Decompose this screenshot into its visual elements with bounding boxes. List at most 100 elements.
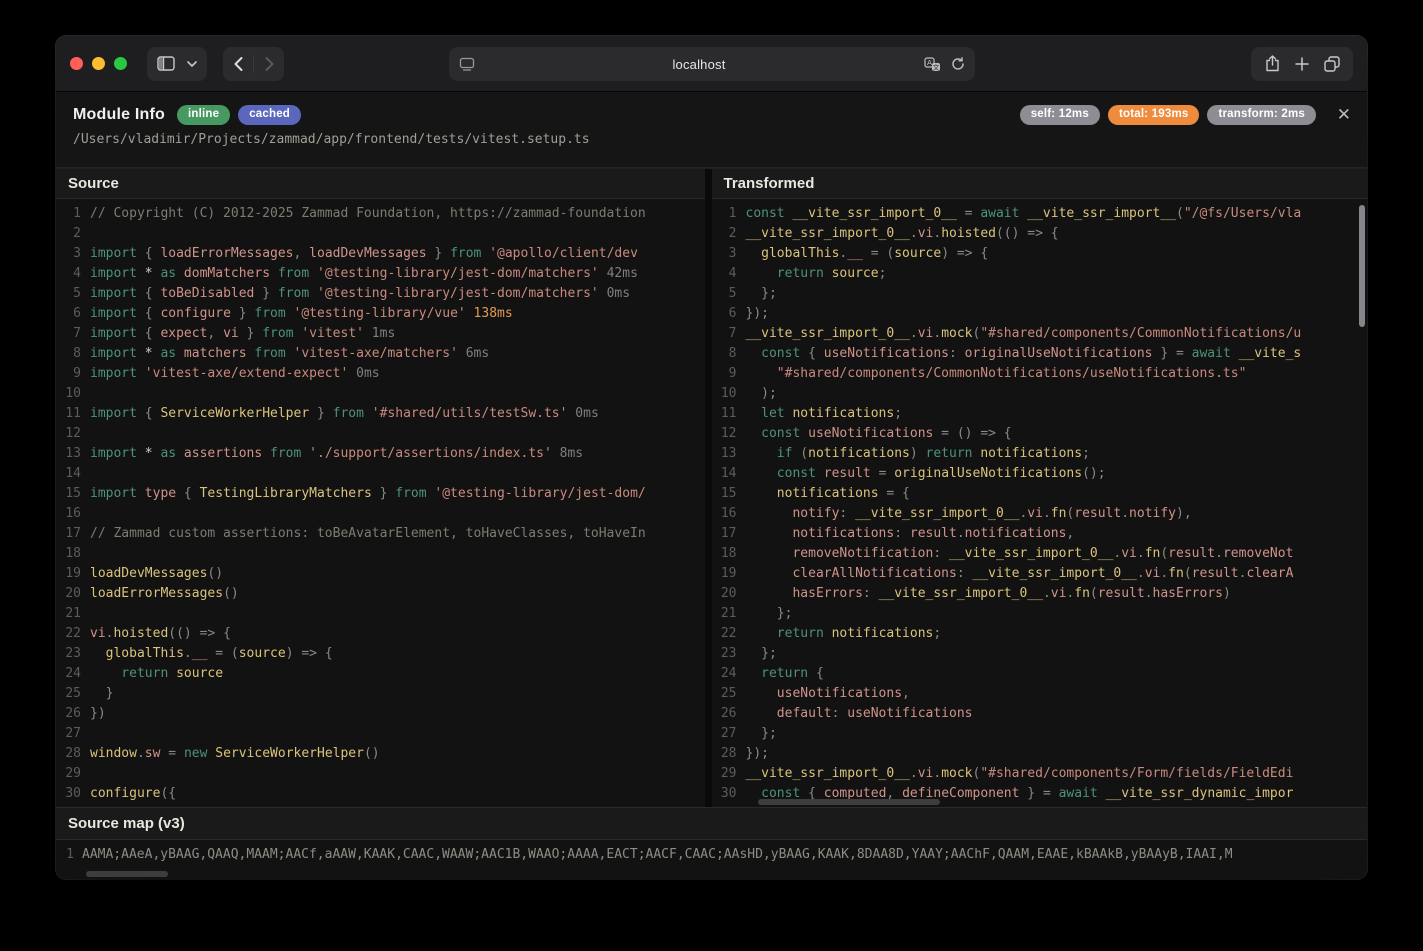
address-bar[interactable]: localhost A 文 — [449, 47, 975, 81]
zoom-window-button[interactable] — [114, 57, 127, 70]
tab-overview-button[interactable] — [1317, 47, 1347, 81]
source-map-line-number: 1 — [56, 845, 82, 879]
code-line: 5 }; — [712, 284, 1368, 304]
code-line: 15import type { TestingLibraryMatchers }… — [56, 484, 705, 504]
browser-window: localhost A 文 — [56, 36, 1367, 879]
code-line: 18 — [56, 544, 705, 564]
timing-badge: transform: 2ms — [1207, 105, 1316, 125]
share-icon — [1265, 55, 1280, 72]
code-line: 19 clearAllNotifications: __vite_ssr_imp… — [712, 564, 1368, 584]
close-icon[interactable]: ✕ — [1337, 106, 1351, 123]
source-panel-title: Source — [56, 169, 705, 199]
browser-titlebar: localhost A 文 — [56, 36, 1367, 92]
code-line: 21 }; — [712, 604, 1368, 624]
code-line: 26 default: useNotifications — [712, 704, 1368, 724]
vertical-scrollbar[interactable] — [1359, 205, 1365, 327]
code-line: 28window.sw = new ServiceWorkerHelper() — [56, 744, 705, 764]
forward-button[interactable] — [254, 47, 284, 81]
page-title: Module Info — [73, 106, 165, 124]
code-line: 1const __vite_ssr_import_0__ = await __v… — [712, 204, 1368, 224]
svg-text:文: 文 — [932, 62, 939, 71]
chevron-left-icon — [234, 57, 243, 71]
new-tab-button[interactable] — [1287, 47, 1317, 81]
code-line: 17// Zammad custom assertions: toBeAvata… — [56, 524, 705, 544]
code-line: 12 const useNotifications = () => { — [712, 424, 1368, 444]
close-window-button[interactable] — [70, 57, 83, 70]
transformed-code: 1const __vite_ssr_import_0__ = await __v… — [712, 199, 1368, 807]
url-text: localhost — [475, 57, 924, 72]
code-line: 29__vite_ssr_import_0__.vi.mock("#shared… — [712, 764, 1368, 784]
source-map-body: 1 AAMA;AAeA,yBAAG,QAAQ,MAAM;AACf,aAAW,KA… — [56, 840, 1367, 879]
translate-button[interactable]: A 文 — [924, 57, 941, 72]
chevron-right-icon — [265, 57, 274, 71]
code-line: 5import { toBeDisabled } from '@testing-… — [56, 284, 705, 304]
traffic-lights — [70, 57, 127, 70]
code-line: 4import * as domMatchers from '@testing-… — [56, 264, 705, 284]
sidebar-toggle-button[interactable] — [151, 47, 181, 81]
horizontal-scrollbar[interactable] — [758, 799, 940, 805]
code-line: 7__vite_ssr_import_0__.vi.mock("#shared/… — [712, 324, 1368, 344]
code-line: 9import 'vitest-axe/extend-expect' 0ms — [56, 364, 705, 384]
source-code: 1// Copyright (C) 2012-2025 Zammad Found… — [56, 199, 705, 807]
code-line: 11import { ServiceWorkerHelper } from '#… — [56, 404, 705, 424]
module-badges: inline cached — [177, 105, 301, 125]
code-line: 18 removeNotification: __vite_ssr_import… — [712, 544, 1368, 564]
code-line: 6}); — [712, 304, 1368, 324]
source-panel: Source 1// Copyright (C) 2012-2025 Zamma… — [56, 169, 712, 807]
code-line: 23 globalThis.__ = (source) => { — [56, 644, 705, 664]
tabs-icon — [1324, 56, 1340, 72]
code-line: 24 return { — [712, 664, 1368, 684]
code-line: 6import { configure } from '@testing-lib… — [56, 304, 705, 324]
reload-button[interactable] — [951, 57, 965, 71]
svg-text:A: A — [926, 58, 931, 67]
module-file-path: /Users/vladimir/Projects/zammad/app/fron… — [73, 132, 1350, 147]
module-info-header: Module Info inline cached self: 12ms total… — [56, 92, 1367, 168]
code-line: 23 }; — [712, 644, 1368, 664]
transformed-panel: Transformed 1const __vite_ssr_import_0__… — [712, 169, 1368, 807]
source-map-mappings: AAMA;AAeA,yBAAG,QAAQ,MAAM;AACf,aAAW,KAAK… — [82, 845, 1233, 879]
sidebar-toggle-group — [147, 47, 207, 81]
code-line: 3import { loadErrorMessages, loadDevMess… — [56, 244, 705, 264]
code-line: 12 — [56, 424, 705, 444]
sidebar-menu-button[interactable] — [181, 47, 203, 81]
code-line: 16 notify: __vite_ssr_import_0__.vi.fn(r… — [712, 504, 1368, 524]
code-line: 8 const { useNotifications: originalUseN… — [712, 344, 1368, 364]
code-line: 7import { expect, vi } from 'vitest' 1ms — [56, 324, 705, 344]
code-line: 24 return source — [56, 664, 705, 684]
minimize-window-button[interactable] — [92, 57, 105, 70]
code-line: 4 return source; — [712, 264, 1368, 284]
plus-icon — [1295, 57, 1309, 71]
source-map-scrollbar[interactable] — [86, 871, 168, 877]
code-line: 22vi.hoisted(() => { — [56, 624, 705, 644]
code-line: 2 — [56, 224, 705, 244]
nav-button-group — [223, 47, 284, 81]
code-panels: Source 1// Copyright (C) 2012-2025 Zamma… — [56, 168, 1367, 807]
code-line: 13import * as assertions from './support… — [56, 444, 705, 464]
code-line: 11 let notifications; — [712, 404, 1368, 424]
code-line: 10 — [56, 384, 705, 404]
code-line: 25 useNotifications, — [712, 684, 1368, 704]
back-button[interactable] — [223, 47, 253, 81]
code-line: 8import * as matchers from 'vitest-axe/m… — [56, 344, 705, 364]
code-line: 28}); — [712, 744, 1368, 764]
chevron-down-icon — [187, 61, 197, 67]
code-line: 19loadDevMessages() — [56, 564, 705, 584]
code-line: 22 return notifications; — [712, 624, 1368, 644]
code-line: 9 "#shared/components/CommonNotification… — [712, 364, 1368, 384]
code-line: 29 — [56, 764, 705, 784]
code-line: 20 hasErrors: __vite_ssr_import_0__.vi.f… — [712, 584, 1368, 604]
timing-badge: total: 193ms — [1108, 105, 1200, 125]
code-line: 1// Copyright (C) 2012-2025 Zammad Found… — [56, 204, 705, 224]
code-line: 2__vite_ssr_import_0__.vi.hoisted(() => … — [712, 224, 1368, 244]
code-line: 17 notifications: result.notifications, — [712, 524, 1368, 544]
timing-badges: self: 12ms total: 193ms transform: 2ms — [1020, 105, 1316, 125]
status-badge: cached — [238, 105, 301, 125]
timing-badge: self: 12ms — [1020, 105, 1100, 125]
code-line: 13 if (notifications) return notificatio… — [712, 444, 1368, 464]
source-map-section: Source map (v3) 1 AAMA;AAeA,yBAAG,QAAQ,M… — [56, 807, 1367, 879]
code-line: 21 — [56, 604, 705, 624]
status-badge: inline — [177, 105, 230, 125]
share-button[interactable] — [1257, 47, 1287, 81]
code-line: 15 notifications = { — [712, 484, 1368, 504]
code-line: 14 — [56, 464, 705, 484]
